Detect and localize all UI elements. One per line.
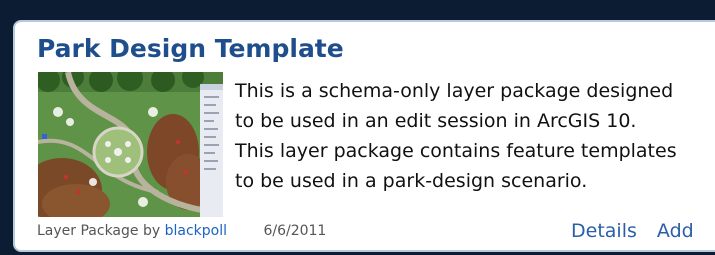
item-title[interactable]: Park Design Template bbox=[37, 34, 344, 63]
add-link[interactable]: Add bbox=[657, 220, 694, 242]
details-link[interactable]: Details bbox=[571, 220, 637, 242]
owner-link[interactable]: blackpoll bbox=[165, 223, 227, 239]
item-actions: Details Add bbox=[571, 220, 694, 242]
description-line: to be used in a park-design scenario. bbox=[235, 170, 588, 192]
description-line: This layer package contains feature temp… bbox=[235, 140, 677, 162]
map-thumbnail-image bbox=[38, 72, 223, 217]
description-line: This is a schema-only layer package desi… bbox=[235, 80, 674, 102]
map-thumbnail[interactable] bbox=[38, 72, 223, 217]
item-description: This is a schema-only layer package desi… bbox=[235, 76, 715, 196]
item-type-label: Layer Package by bbox=[37, 223, 161, 239]
description-line: to be used in an edit session in ArcGIS … bbox=[235, 110, 637, 132]
item-date: 6/6/2011 bbox=[263, 223, 327, 239]
item-meta: Layer Package by blackpoll 6/6/2011 bbox=[37, 223, 326, 239]
item-card: Park Design Template This is a schema-on… bbox=[13, 20, 715, 252]
